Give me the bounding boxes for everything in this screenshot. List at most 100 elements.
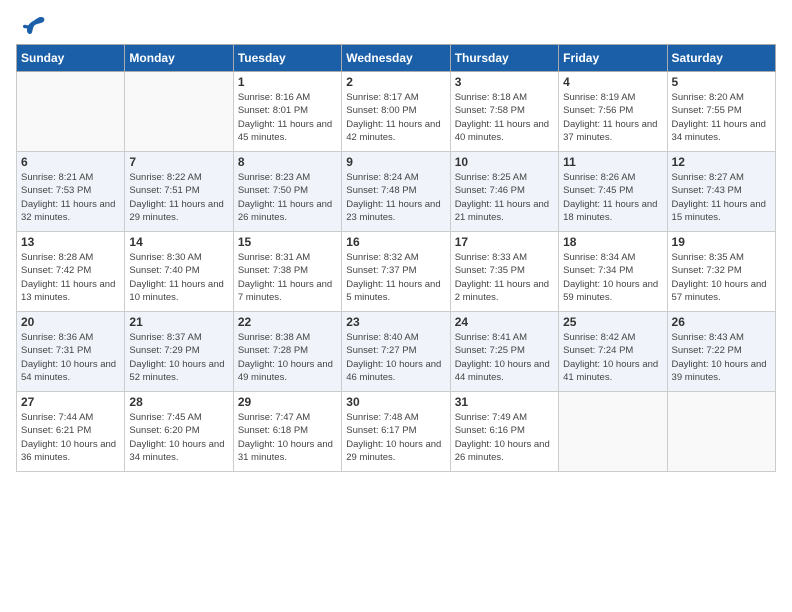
calendar-day-cell <box>667 392 775 472</box>
day-info: Sunrise: 8:37 AMSunset: 7:29 PMDaylight:… <box>129 331 228 384</box>
calendar-day-cell: 15Sunrise: 8:31 AMSunset: 7:38 PMDayligh… <box>233 232 341 312</box>
day-number: 9 <box>346 155 445 169</box>
day-number: 24 <box>455 315 554 329</box>
calendar-week-row: 13Sunrise: 8:28 AMSunset: 7:42 PMDayligh… <box>17 232 776 312</box>
day-info: Sunrise: 8:41 AMSunset: 7:25 PMDaylight:… <box>455 331 554 384</box>
calendar-week-row: 20 Sunrise: 8:36 AMSunset: 7:31 PMDayligh… <box>17 312 776 392</box>
logo <box>16 16 46 36</box>
calendar-day-cell: 2 Sunrise: 8:17 AMSunset: 8:00 PMDaylight… <box>342 72 450 152</box>
day-number: 27 <box>21 395 120 409</box>
calendar-day-cell: 27 Sunrise: 7:44 AMSunset: 6:21 PMDayligh… <box>17 392 125 472</box>
day-info: Sunrise: 8:18 AMSunset: 7:58 PMDaylight:… <box>455 91 554 144</box>
day-info: Sunrise: 7:47 AMSunset: 6:18 PMDaylight:… <box>238 411 337 464</box>
day-info: Sunrise: 8:25 AMSunset: 7:46 PMDaylight:… <box>455 171 554 224</box>
day-number: 25 <box>563 315 662 329</box>
calendar-day-cell: 22 Sunrise: 8:38 AMSunset: 7:28 PMDayligh… <box>233 312 341 392</box>
day-info: Sunrise: 7:44 AMSunset: 6:21 PMDaylight:… <box>21 411 120 464</box>
day-number: 28 <box>129 395 228 409</box>
calendar-header-row: SundayMondayTuesdayWednesdayThursdayFrid… <box>17 45 776 72</box>
day-number: 21 <box>129 315 228 329</box>
calendar-day-cell: 1 Sunrise: 8:16 AMSunset: 8:01 PMDaylight… <box>233 72 341 152</box>
calendar-day-cell: 17Sunrise: 8:33 AMSunset: 7:35 PMDayligh… <box>450 232 558 312</box>
day-info: Sunrise: 8:22 AMSunset: 7:51 PMDaylight:… <box>129 171 228 224</box>
calendar-day-cell: 30Sunrise: 7:48 AMSunset: 6:17 PMDayligh… <box>342 392 450 472</box>
day-info: Sunrise: 8:32 AMSunset: 7:37 PMDaylight:… <box>346 251 445 304</box>
day-number: 13 <box>21 235 120 249</box>
day-number: 6 <box>21 155 120 169</box>
calendar-day-cell: 12 Sunrise: 8:27 AMSunset: 7:43 PMDayligh… <box>667 152 775 232</box>
calendar-day-cell: 13Sunrise: 8:28 AMSunset: 7:42 PMDayligh… <box>17 232 125 312</box>
day-info: Sunrise: 7:49 AMSunset: 6:16 PMDaylight:… <box>455 411 554 464</box>
day-header-monday: Monday <box>125 45 233 72</box>
calendar-day-cell <box>559 392 667 472</box>
calendar-day-cell <box>17 72 125 152</box>
day-number: 3 <box>455 75 554 89</box>
day-info: Sunrise: 8:34 AMSunset: 7:34 PMDaylight:… <box>563 251 662 304</box>
day-number: 22 <box>238 315 337 329</box>
day-info: Sunrise: 8:42 AMSunset: 7:24 PMDaylight:… <box>563 331 662 384</box>
day-info: Sunrise: 8:24 AMSunset: 7:48 PMDaylight:… <box>346 171 445 224</box>
calendar-day-cell: 6 Sunrise: 8:21 AMSunset: 7:53 PMDaylight… <box>17 152 125 232</box>
day-number: 2 <box>346 75 445 89</box>
calendar-day-cell: 21 Sunrise: 8:37 AMSunset: 7:29 PMDayligh… <box>125 312 233 392</box>
calendar-day-cell: 3 Sunrise: 8:18 AMSunset: 7:58 PMDaylight… <box>450 72 558 152</box>
day-number: 12 <box>672 155 771 169</box>
day-number: 18 <box>563 235 662 249</box>
day-number: 29 <box>238 395 337 409</box>
calendar-day-cell: 28 Sunrise: 7:45 AMSunset: 6:20 PMDayligh… <box>125 392 233 472</box>
day-number: 23 <box>346 315 445 329</box>
day-info: Sunrise: 8:16 AMSunset: 8:01 PMDaylight:… <box>238 91 337 144</box>
calendar-day-cell: 23 Sunrise: 8:40 AMSunset: 7:27 PMDayligh… <box>342 312 450 392</box>
day-number: 26 <box>672 315 771 329</box>
day-info: Sunrise: 8:19 AMSunset: 7:56 PMDaylight:… <box>563 91 662 144</box>
calendar-table: SundayMondayTuesdayWednesdayThursdayFrid… <box>16 44 776 472</box>
calendar-day-cell: 20 Sunrise: 8:36 AMSunset: 7:31 PMDayligh… <box>17 312 125 392</box>
day-number: 10 <box>455 155 554 169</box>
calendar-day-cell: 4Sunrise: 8:19 AMSunset: 7:56 PMDaylight… <box>559 72 667 152</box>
calendar-day-cell: 18 Sunrise: 8:34 AMSunset: 7:34 PMDayligh… <box>559 232 667 312</box>
day-info: Sunrise: 7:45 AMSunset: 6:20 PMDaylight:… <box>129 411 228 464</box>
day-number: 19 <box>672 235 771 249</box>
day-number: 15 <box>238 235 337 249</box>
calendar-week-row: 27 Sunrise: 7:44 AMSunset: 6:21 PMDayligh… <box>17 392 776 472</box>
day-header-friday: Friday <box>559 45 667 72</box>
day-number: 11 <box>563 155 662 169</box>
day-info: Sunrise: 8:21 AMSunset: 7:53 PMDaylight:… <box>21 171 120 224</box>
day-info: Sunrise: 8:23 AMSunset: 7:50 PMDaylight:… <box>238 171 337 224</box>
day-number: 20 <box>21 315 120 329</box>
calendar-day-cell: 10 Sunrise: 8:25 AMSunset: 7:46 PMDayligh… <box>450 152 558 232</box>
calendar-day-cell: 25 Sunrise: 8:42 AMSunset: 7:24 PMDayligh… <box>559 312 667 392</box>
page-header <box>16 16 776 36</box>
day-number: 16 <box>346 235 445 249</box>
calendar-week-row: 6 Sunrise: 8:21 AMSunset: 7:53 PMDaylight… <box>17 152 776 232</box>
day-info: Sunrise: 8:38 AMSunset: 7:28 PMDaylight:… <box>238 331 337 384</box>
calendar-day-cell <box>125 72 233 152</box>
day-info: Sunrise: 8:20 AMSunset: 7:55 PMDaylight:… <box>672 91 771 144</box>
day-number: 1 <box>238 75 337 89</box>
day-header-thursday: Thursday <box>450 45 558 72</box>
calendar-day-cell: 16 Sunrise: 8:32 AMSunset: 7:37 PMDayligh… <box>342 232 450 312</box>
logo-bird-icon <box>18 16 46 36</box>
calendar-day-cell: 24 Sunrise: 8:41 AMSunset: 7:25 PMDayligh… <box>450 312 558 392</box>
day-info: Sunrise: 8:33 AMSunset: 7:35 PMDaylight:… <box>455 251 554 304</box>
day-number: 5 <box>672 75 771 89</box>
calendar-day-cell: 26 Sunrise: 8:43 AMSunset: 7:22 PMDayligh… <box>667 312 775 392</box>
day-info: Sunrise: 8:36 AMSunset: 7:31 PMDaylight:… <box>21 331 120 384</box>
day-number: 14 <box>129 235 228 249</box>
day-info: Sunrise: 8:30 AMSunset: 7:40 PMDaylight:… <box>129 251 228 304</box>
calendar-day-cell: 29 Sunrise: 7:47 AMSunset: 6:18 PMDayligh… <box>233 392 341 472</box>
day-info: Sunrise: 8:27 AMSunset: 7:43 PMDaylight:… <box>672 171 771 224</box>
calendar-day-cell: 5 Sunrise: 8:20 AMSunset: 7:55 PMDaylight… <box>667 72 775 152</box>
day-header-wednesday: Wednesday <box>342 45 450 72</box>
calendar-day-cell: 14 Sunrise: 8:30 AMSunset: 7:40 PMDayligh… <box>125 232 233 312</box>
day-number: 8 <box>238 155 337 169</box>
calendar-week-row: 1 Sunrise: 8:16 AMSunset: 8:01 PMDaylight… <box>17 72 776 152</box>
day-info: Sunrise: 8:40 AMSunset: 7:27 PMDaylight:… <box>346 331 445 384</box>
day-header-sunday: Sunday <box>17 45 125 72</box>
day-info: Sunrise: 8:26 AMSunset: 7:45 PMDaylight:… <box>563 171 662 224</box>
day-info: Sunrise: 8:17 AMSunset: 8:00 PMDaylight:… <box>346 91 445 144</box>
calendar-day-cell: 11 Sunrise: 8:26 AMSunset: 7:45 PMDayligh… <box>559 152 667 232</box>
day-header-saturday: Saturday <box>667 45 775 72</box>
day-info: Sunrise: 8:43 AMSunset: 7:22 PMDaylight:… <box>672 331 771 384</box>
day-info: Sunrise: 8:35 AMSunset: 7:32 PMDaylight:… <box>672 251 771 304</box>
